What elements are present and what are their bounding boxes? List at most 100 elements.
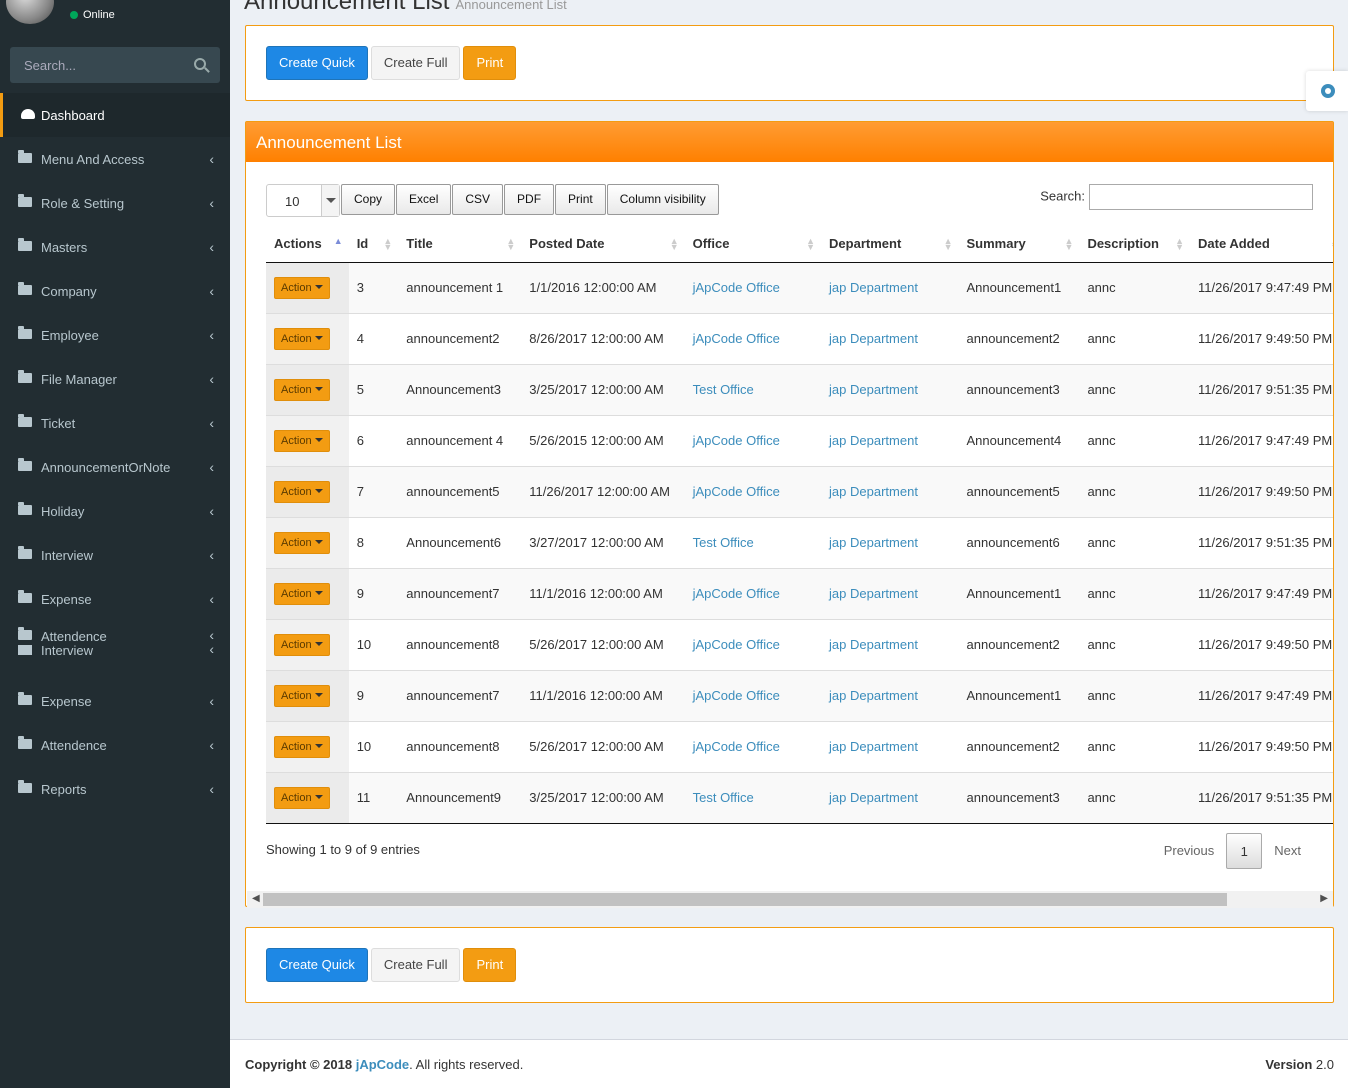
column-header-id[interactable]: Id ▲ ▼ — [348, 225, 399, 263]
page-length-select[interactable]: 10 — [266, 184, 340, 217]
column-header-posted-date[interactable]: Posted Date ▲ ▼ — [521, 225, 685, 263]
office-link[interactable]: Test Office — [693, 535, 754, 550]
folder-icon — [18, 692, 32, 705]
department-link[interactable]: jap Department — [829, 484, 918, 499]
department-link[interactable]: jap Department — [829, 535, 918, 550]
office-link[interactable]: jApCode Office — [693, 331, 780, 346]
sidebar-item-attendence[interactable]: Attendence ‹ — [0, 723, 230, 767]
action-dropdown-button[interactable]: Action — [274, 480, 330, 503]
create-full-button-bottom[interactable]: Create Full — [370, 948, 461, 982]
department-link[interactable]: jap Department — [829, 637, 918, 652]
create-quick-button-bottom[interactable]: Create Quick — [266, 948, 368, 982]
action-dropdown-button[interactable]: Action — [274, 684, 330, 707]
sidebar-item-role-setting[interactable]: Role & Setting ‹ — [0, 181, 230, 225]
folder-icon — [18, 590, 32, 603]
action-dropdown-button[interactable]: Action — [274, 531, 330, 554]
office-link[interactable]: Test Office — [693, 790, 754, 805]
create-quick-button[interactable]: Create Quick — [266, 46, 368, 80]
department-link[interactable]: jap Department — [829, 739, 918, 754]
column-header-description[interactable]: Description ▲ ▼ — [1079, 225, 1191, 263]
column-header-actions[interactable]: Actions ▲ — [266, 225, 349, 263]
copy-button[interactable]: Copy — [341, 184, 396, 215]
brand-link[interactable]: jApCode — [356, 1057, 409, 1072]
action-dropdown-button[interactable]: Action — [274, 276, 330, 299]
table-cell: announcement 4 — [398, 415, 522, 467]
cell-value: Announcement1 — [966, 688, 1062, 703]
department-link[interactable]: jap Department — [829, 586, 918, 601]
column-header-date-added[interactable]: Date Added ▲▼ — [1190, 225, 1333, 263]
action-dropdown-button[interactable]: Action — [274, 429, 330, 452]
column-header-office[interactable]: Office ▲ ▼ — [684, 225, 822, 263]
settings-toggle[interactable] — [1306, 71, 1348, 111]
avatar[interactable] — [6, 0, 54, 24]
action-dropdown-button[interactable]: Action — [274, 378, 330, 401]
office-link[interactable]: jApCode Office — [693, 280, 780, 295]
sidebar-item-masters[interactable]: Masters ‹ — [0, 225, 230, 269]
sidebar-item-announcementornote[interactable]: AnnouncementOrNote ‹ — [0, 445, 230, 489]
action-dropdown-button[interactable]: Action — [274, 327, 330, 350]
print-button-bottom[interactable]: Print — [463, 948, 517, 982]
table-cell: jApCode Office — [684, 721, 822, 773]
create-full-button[interactable]: Create Full — [370, 46, 461, 80]
action-dropdown-button[interactable]: Action — [274, 582, 330, 605]
sidebar-item-reports[interactable]: Reports ‹ — [0, 767, 230, 811]
scroll-left-icon[interactable]: ◀ — [252, 893, 260, 904]
column-header-title[interactable]: Title ▲ ▼ — [398, 225, 522, 263]
table-cell: jApCode Office — [684, 262, 822, 314]
previous-page-button[interactable]: Previous — [1152, 833, 1227, 869]
search-icon[interactable] — [194, 58, 206, 70]
office-link[interactable]: jApCode Office — [693, 586, 780, 601]
table-search-input[interactable] — [1089, 184, 1313, 210]
sidebar-item-ticket[interactable]: Ticket ‹ — [0, 401, 230, 445]
sidebar-item-label: Masters — [41, 240, 88, 255]
sidebar-item-expense[interactable]: Expense ‹ — [0, 577, 230, 621]
sidebar-item-employee[interactable]: Employee ‹ — [0, 313, 230, 357]
sidebar-item-attendence[interactable]: Attendence ‹ Interview ‹ — [0, 621, 230, 679]
csv-button[interactable]: CSV — [452, 184, 504, 215]
table-cell: Test Office — [684, 517, 822, 569]
sidebar-item-company[interactable]: Company ‹ — [0, 269, 230, 313]
sidebar-item-interview[interactable]: Interview ‹ — [0, 533, 230, 577]
column-visibility-button[interactable]: Column visibility — [606, 184, 719, 215]
print-button[interactable]: Print — [463, 46, 517, 80]
sidebar-item-label: Employee — [41, 328, 99, 343]
department-link[interactable]: jap Department — [829, 688, 918, 703]
table-cell: 3/25/2017 12:00:00 AM — [521, 364, 685, 416]
office-link[interactable]: jApCode Office — [693, 739, 780, 754]
sidebar-item-expense[interactable]: Expense ‹ — [0, 679, 230, 723]
table-cell: 11/26/2017 9:51:35 PM — [1190, 517, 1333, 569]
pdf-button[interactable]: PDF — [504, 184, 555, 215]
office-link[interactable]: jApCode Office — [693, 637, 780, 652]
top-actions-box: Create Quick Create Full Print — [245, 25, 1334, 101]
action-dropdown-button[interactable]: Action — [274, 735, 330, 758]
page-subtitle: Announcement List — [455, 0, 567, 12]
action-dropdown-button[interactable]: Action — [274, 633, 330, 656]
page-1-button[interactable]: 1 — [1226, 833, 1263, 869]
sidebar-item-dashboard[interactable]: Dashboard — [0, 93, 230, 137]
column-header-summary[interactable]: Summary ▲ ▼ — [958, 225, 1080, 263]
excel-button[interactable]: Excel — [396, 184, 452, 215]
department-link[interactable]: jap Department — [829, 382, 918, 397]
cell-value: annc — [1087, 382, 1116, 397]
department-link[interactable]: jap Department — [829, 433, 918, 448]
column-header-department[interactable]: Department ▲ ▼ — [821, 225, 959, 263]
action-dropdown-button[interactable]: Action — [274, 786, 330, 809]
department-link[interactable]: jap Department — [829, 331, 918, 346]
table-print-button[interactable]: Print — [555, 184, 606, 215]
office-link[interactable]: Test Office — [693, 382, 754, 397]
office-link[interactable]: jApCode Office — [693, 484, 780, 499]
sidebar-item-holiday[interactable]: Holiday ‹ — [0, 489, 230, 533]
scroll-right-icon[interactable]: ▶ — [1320, 893, 1328, 904]
column-header-label: Posted Date — [529, 235, 605, 251]
sidebar-search-input[interactable] — [10, 47, 180, 83]
horizontal-scrollbar[interactable]: ◀ ▶ — [247, 891, 1333, 908]
office-link[interactable]: jApCode Office — [693, 433, 780, 448]
office-link[interactable]: jApCode Office — [693, 688, 780, 703]
next-page-button[interactable]: Next — [1262, 833, 1313, 869]
sidebar-item-menu-and-access[interactable]: Menu And Access ‹ — [0, 137, 230, 181]
department-link[interactable]: jap Department — [829, 790, 918, 805]
scroll-thumb[interactable] — [263, 893, 1227, 906]
sidebar-item-file-manager[interactable]: File Manager ‹ — [0, 357, 230, 401]
cell-value: 11/26/2017 9:49:50 PM — [1198, 331, 1333, 346]
department-link[interactable]: jap Department — [829, 280, 918, 295]
